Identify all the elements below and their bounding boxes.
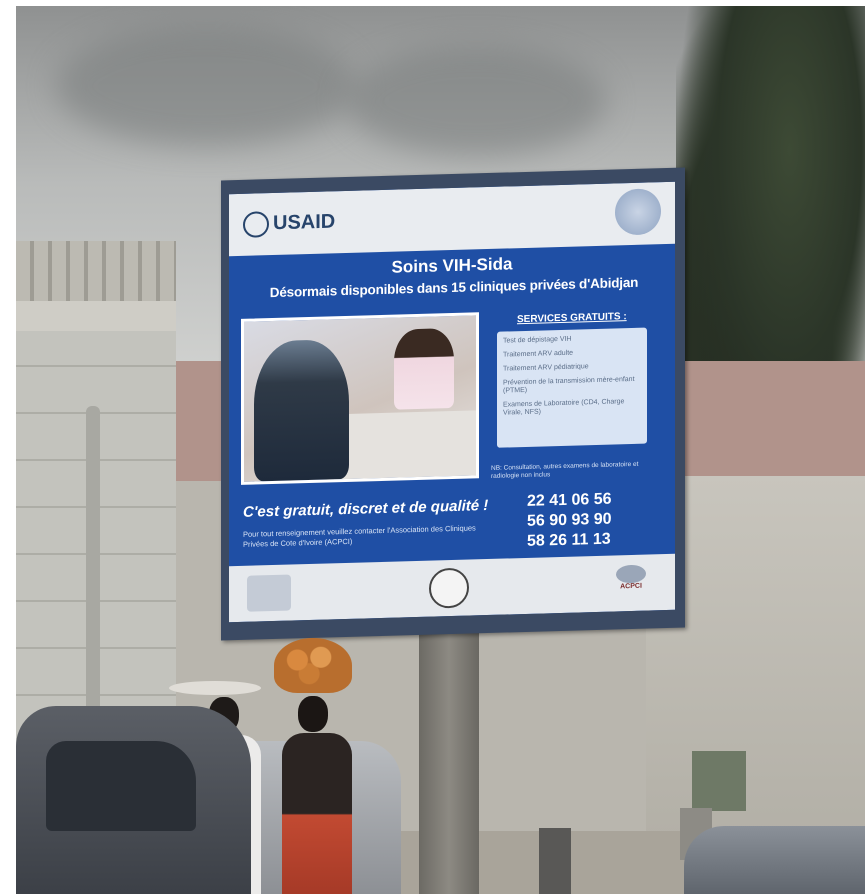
service-item: Prévention de la transmission mère-enfan… — [503, 375, 635, 395]
billboard-slogan: C'est gratuit, discret et de qualité ! — [243, 497, 489, 521]
body — [282, 733, 352, 894]
fruit-basket — [274, 638, 352, 693]
balcony-railing — [16, 241, 176, 301]
grey-car — [684, 826, 865, 894]
phone-number: 22 41 06 56 — [527, 490, 612, 510]
usaid-logo-text: USAID — [273, 210, 336, 235]
services-note: NB: Consultation, autres examens de labo… — [491, 460, 639, 480]
bollard — [539, 828, 571, 894]
phone-numbers: 22 41 06 56 56 90 93 90 58 26 11 13 — [527, 490, 612, 552]
service-item: Traitement ARV pédiatrique — [503, 363, 589, 373]
billboard: USAID Soins VIH-Sida Désormais disponibl… — [221, 167, 685, 641]
service-item: Traitement ARV adulte — [503, 349, 574, 359]
services-panel: SERVICES GRATUITS : Test de dépistage VI… — [497, 310, 663, 455]
head-tray — [169, 681, 261, 695]
usaid-logo: USAID — [243, 209, 335, 238]
head — [298, 696, 328, 732]
phone-number: 58 26 11 13 — [527, 530, 611, 550]
doctor-figure — [394, 327, 454, 410]
partner-logo-icon — [247, 574, 291, 612]
service-item: Examens de Laboratoire (CD4, Charge Vira… — [503, 398, 625, 417]
cloud — [346, 46, 606, 156]
services-list-box: Test de dépistage VIH Traitement ARV adu… — [497, 327, 647, 448]
phone-number: 56 90 93 90 — [527, 510, 612, 530]
africa-map-logo-icon — [615, 188, 661, 236]
billboard-top-band: USAID — [229, 181, 675, 257]
billboard-face: USAID Soins VIH-Sida Désormais disponibl… — [229, 181, 675, 623]
car-window — [46, 741, 196, 831]
green-bin — [692, 751, 746, 811]
service-item: Test de dépistage VIH — [503, 335, 572, 345]
services-title: SERVICES GRATUITS : — [517, 311, 627, 326]
woman-carrying-fruit-basket — [274, 638, 364, 894]
cloud — [56, 26, 356, 146]
round-emblem-icon — [429, 567, 469, 609]
acpci-logo: ACPCI — [611, 564, 651, 601]
acpci-logo-icon — [616, 564, 646, 584]
patient-figure — [254, 338, 349, 482]
dark-car — [16, 706, 251, 894]
contact-text: Pour tout renseignement veuillez contact… — [243, 523, 476, 549]
acpci-logo-text: ACPCI — [620, 582, 642, 591]
street-scene: USAID Soins VIH-Sida Désormais disponibl… — [16, 6, 865, 894]
wall-cap — [16, 301, 176, 331]
desk — [334, 410, 479, 480]
billboard-bottom-band: ACPCI — [229, 553, 675, 623]
billboard-pole — [419, 631, 479, 894]
consultation-photo — [241, 312, 479, 485]
usaid-seal-icon — [243, 211, 269, 238]
drain-pipe — [86, 406, 100, 726]
